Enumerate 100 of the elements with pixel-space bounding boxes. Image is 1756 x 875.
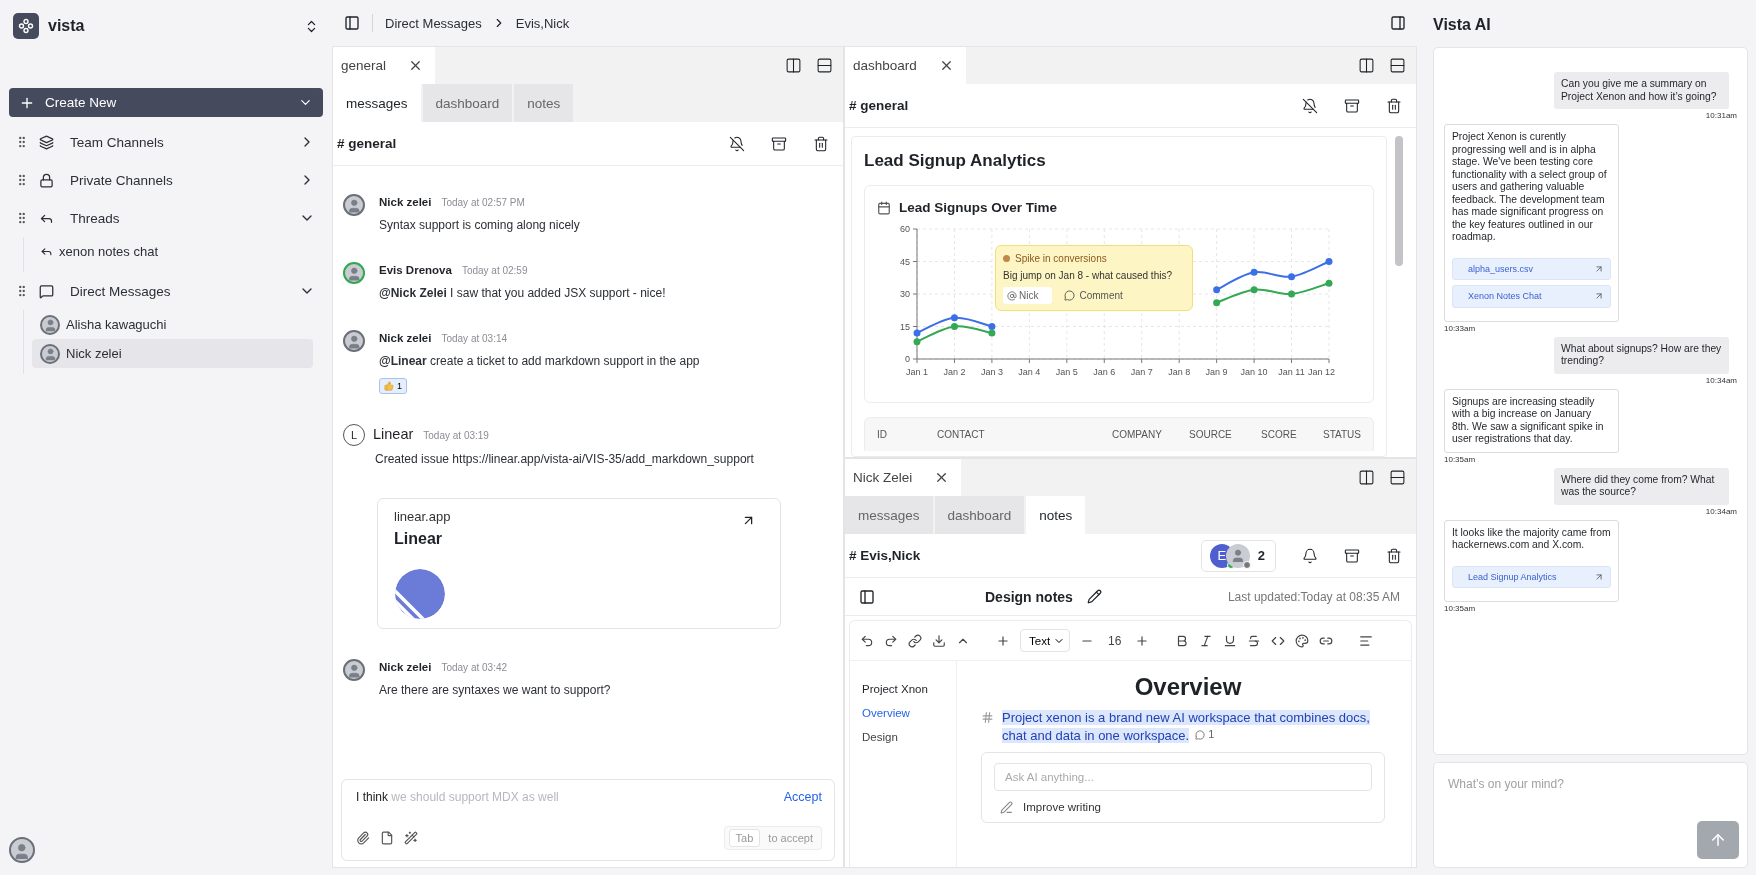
- message-text: @Nick Zelei I saw that you added JSX support - nice!: [379, 286, 667, 300]
- plus-icon[interactable]: [996, 633, 1010, 648]
- message-time: 10:34am: [1705, 506, 1737, 516]
- align-left-icon[interactable]: [1359, 633, 1374, 648]
- y-tick-label: 45: [900, 256, 910, 267]
- y-tick-label: 60: [900, 224, 910, 234]
- split-vertical-icon[interactable]: [785, 57, 802, 74]
- message-time: Today at 03:42: [441, 662, 508, 673]
- comment-button[interactable]: Comment: [1058, 289, 1129, 302]
- trash-icon[interactable]: [1386, 547, 1402, 564]
- sidebar-section[interactable]: Threads: [70, 210, 289, 226]
- download-icon[interactable]: [932, 633, 946, 648]
- message-time: 10:34am: [1705, 375, 1737, 385]
- pencil-icon[interactable]: [1086, 589, 1102, 604]
- trash-icon[interactable]: [813, 135, 829, 152]
- split-horizontal-icon[interactable]: [1389, 469, 1406, 486]
- document-heading: Overview: [1133, 673, 1243, 701]
- attachment-link[interactable]: Xenon Notes Chat: [1452, 285, 1611, 308]
- split-vertical-icon[interactable]: [1358, 57, 1375, 74]
- bell-off-icon[interactable]: [1302, 97, 1318, 114]
- y-tick-label: 0: [905, 354, 910, 364]
- view-tab[interactable]: messages: [333, 84, 421, 122]
- archive-icon[interactable]: [1344, 547, 1360, 564]
- pane-tab[interactable]: Nick Zelei: [845, 459, 962, 496]
- document-icon[interactable]: [380, 831, 394, 845]
- outline-link[interactable]: Design: [862, 731, 948, 743]
- scrollbar-thumb[interactable]: [1394, 136, 1403, 266]
- attachment-link[interactable]: Lead Signup Analytics: [1452, 565, 1611, 588]
- sidebar-item[interactable]: xenon notes chat: [32, 237, 313, 266]
- message-time: 10:35am: [1444, 604, 1476, 613]
- link-icon[interactable]: [908, 633, 922, 648]
- create-new-button[interactable]: Create New: [9, 88, 323, 117]
- attachment-link[interactable]: alpha_users.csv: [1452, 257, 1611, 280]
- underline-icon[interactable]: [1223, 633, 1238, 648]
- external-link-icon: [1594, 263, 1604, 274]
- bell-icon[interactable]: [1302, 547, 1318, 564]
- linear-logo: [394, 568, 446, 620]
- archive-icon[interactable]: [1344, 97, 1360, 114]
- sidebar-section[interactable]: Team Channels: [70, 134, 289, 150]
- sidebar-toggle-icon[interactable]: [344, 15, 360, 31]
- layers-icon: [39, 134, 54, 150]
- trash-icon[interactable]: [1386, 97, 1402, 114]
- sidebar-toggle-icon[interactable]: [859, 588, 875, 605]
- split-horizontal-icon[interactable]: [816, 57, 833, 74]
- strikethrough-icon[interactable]: [1247, 633, 1262, 648]
- breadcrumb-link[interactable]: Direct Messages: [385, 15, 482, 31]
- pane-tab[interactable]: general: [333, 47, 436, 84]
- sidebar-item-label: Alisha kawaguchi: [66, 317, 167, 332]
- column-header: ID: [877, 429, 888, 440]
- panel-toggle-icon[interactable]: [1390, 15, 1406, 31]
- message-text: Created issue https://linear.app/vista-ai/VIS-35/add_markdown_support: [375, 452, 755, 466]
- sidebar-item[interactable]: Alisha kawaguchi: [32, 310, 313, 339]
- outline-link[interactable]: Overview: [862, 707, 948, 719]
- block-handle-icon[interactable]: [981, 711, 994, 724]
- sidebar-section[interactable]: Private Channels: [70, 172, 289, 188]
- message-input[interactable]: I think we should support MDX as well: [356, 790, 774, 804]
- archive-icon[interactable]: [771, 135, 787, 152]
- paperclip-icon[interactable]: [356, 831, 370, 845]
- sidebar-item[interactable]: Nick zelei: [32, 339, 313, 368]
- undo-icon[interactable]: [860, 633, 874, 648]
- ai-action[interactable]: Improve writing: [994, 796, 1372, 818]
- column-header: STATUS: [1323, 429, 1361, 440]
- x-tick-label: Jan 3: [980, 367, 1003, 377]
- assistant-title: Vista AI: [1433, 16, 1492, 35]
- italic-icon[interactable]: [1199, 633, 1214, 648]
- view-tab[interactable]: dashboard: [422, 84, 513, 122]
- bold-icon[interactable]: [1175, 633, 1190, 648]
- view-tab[interactable]: notes: [514, 84, 574, 122]
- redo-icon[interactable]: [884, 633, 898, 648]
- dashboard-title: Lead Signup Analytics: [864, 151, 1047, 171]
- view-tab[interactable]: dashboard: [934, 496, 1025, 534]
- data-point: [1325, 258, 1333, 265]
- block-type-select[interactable]: Text: [1020, 629, 1071, 652]
- reaction-chip[interactable]: 1: [379, 378, 407, 394]
- pane-tab[interactable]: dashboard: [845, 47, 966, 84]
- view-tab[interactable]: messages: [845, 496, 933, 534]
- x-tick-label: Jan 7: [1130, 367, 1153, 377]
- message-time: 10:31am: [1705, 111, 1737, 120]
- thumbs-up-icon: [384, 381, 394, 391]
- split-horizontal-icon[interactable]: [1389, 57, 1406, 74]
- chat-composer[interactable]: What’s on your mind?: [1433, 762, 1748, 868]
- x-tick-label: Jan 10: [1240, 367, 1268, 377]
- message-author: Nick zelei: [379, 332, 432, 344]
- mention-chip[interactable]: Nick: [1003, 287, 1053, 304]
- link-preview-card[interactable]: linear.app Linear: [377, 498, 781, 629]
- link-site: linear.app: [394, 509, 451, 524]
- column-header: COMPANY: [1112, 429, 1163, 440]
- magic-wand-icon[interactable]: [404, 831, 418, 845]
- breadcrumb-link[interactable]: Evis,Nick: [515, 15, 570, 31]
- plus-icon[interactable]: [1135, 633, 1150, 648]
- ai-prompt-field[interactable]: Ask AI anything...: [994, 762, 1372, 791]
- palette-icon[interactable]: [1295, 633, 1310, 648]
- user-avatar: [9, 837, 35, 863]
- bell-off-icon[interactable]: [729, 135, 745, 152]
- members-badge[interactable]: E 2: [1200, 539, 1276, 572]
- split-vertical-icon[interactable]: [1358, 469, 1375, 486]
- view-tab[interactable]: notes: [1026, 496, 1086, 534]
- accept-button[interactable]: Accept: [783, 790, 822, 804]
- vista-logo: [13, 13, 39, 39]
- sidebar-section[interactable]: Direct Messages: [70, 283, 289, 299]
